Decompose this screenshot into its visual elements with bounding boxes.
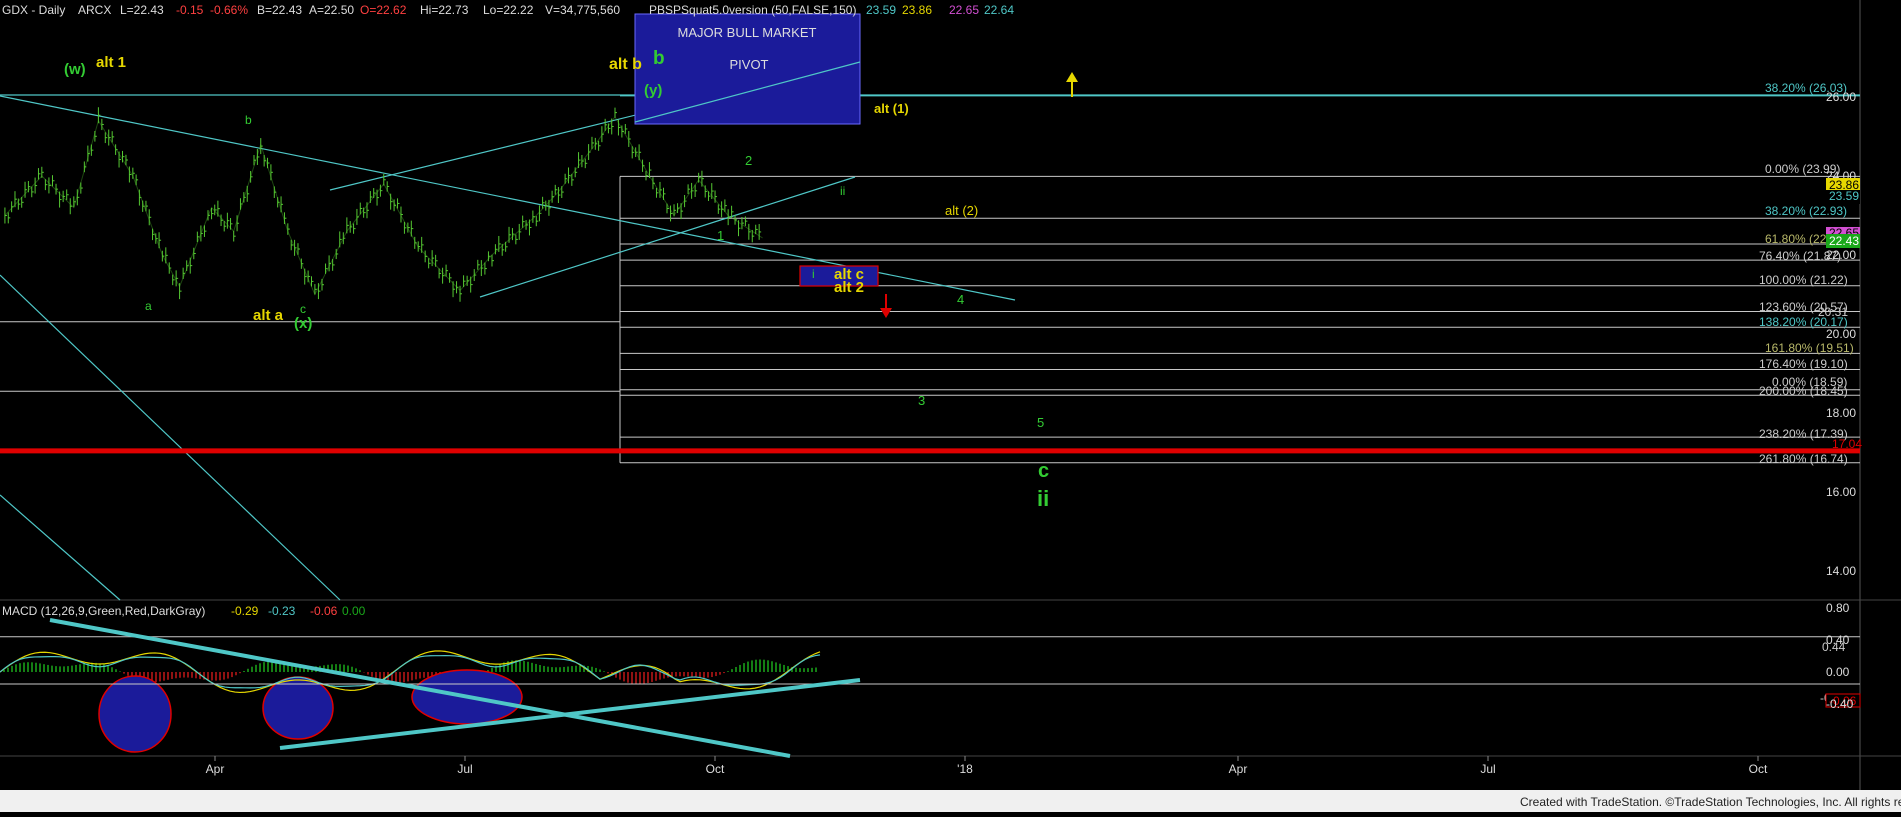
header-study-value-4: 22.64	[984, 3, 1014, 17]
wave-label-2: 2	[745, 153, 752, 168]
wave-label-x: (x)	[294, 315, 312, 332]
wave-label-c-big: c	[1038, 460, 1049, 482]
header-study: PBSPSquat5.0version (50,FALSE,150)	[649, 3, 856, 17]
wave-label-i-small: i	[812, 267, 815, 281]
header-change: -0.15	[176, 3, 204, 17]
footer-credit: Created with TradeStation. ©TradeStation…	[1520, 795, 1901, 809]
macd-value-3: -0.06	[310, 604, 338, 618]
wave-label-b-small: b	[245, 113, 252, 127]
price-axis-tick: 26.00	[1826, 90, 1856, 104]
time-axis-label: Jul	[1480, 762, 1495, 776]
header-low: Lo=22.22	[483, 3, 534, 17]
chart-window: MAJOR BULL MARKET PIVOT (w) alt 1 a b c …	[0, 0, 1901, 812]
wave-label-alt-1-paren: alt (1)	[874, 101, 909, 116]
wave-label-5: 5	[1037, 415, 1044, 430]
wave-label-b-big: b	[653, 48, 665, 69]
time-axis-label: Oct	[706, 762, 725, 776]
wave-label-1: 1	[717, 228, 724, 243]
header-study-value-2: 23.86	[902, 3, 932, 17]
header-volume: V=34,775,560	[545, 3, 620, 17]
fib-label: 20.31	[1818, 305, 1848, 319]
header-last: L=22.43	[120, 3, 164, 17]
header-high: Hi=22.73	[420, 3, 469, 17]
time-axis-label: Jul	[457, 762, 472, 776]
wave-label-ii-big: ii	[1037, 486, 1049, 511]
time-axis-label: '18	[957, 762, 973, 776]
time-axis-label: Apr	[206, 762, 225, 776]
macd-title: MACD (12,26,9,Green,Red,DarkGray)	[2, 604, 205, 618]
wave-label-4: 4	[957, 292, 964, 307]
pivot-box-line1: MAJOR BULL MARKET	[678, 25, 817, 40]
price-axis-tick: 20.00	[1826, 327, 1856, 341]
fib-label: 176.40% (19.10)	[1759, 357, 1848, 371]
wave-label-ii-small: ii	[840, 184, 845, 198]
header-exchange: ARCX	[78, 3, 111, 17]
major-bull-market-pivot-box: MAJOR BULL MARKET PIVOT	[634, 13, 861, 125]
fib-label: 17.04	[1832, 437, 1862, 451]
header-ask: A=22.50	[309, 3, 354, 17]
fib-label: 100.00% (21.22)	[1759, 273, 1848, 287]
price-axis-tick: 16.00	[1826, 485, 1856, 499]
fib-label: 161.80% (19.51)	[1765, 341, 1854, 355]
header-open: O=22.62	[360, 3, 407, 17]
price-axis-tick: 14.00	[1826, 564, 1856, 578]
price-axis-tick: 18.00	[1826, 406, 1856, 420]
wave-label-alt-2: alt 2	[834, 279, 864, 296]
wave-label-alt1: alt 1	[96, 54, 126, 71]
fib-label: 38.20% (22.93)	[1765, 204, 1847, 218]
header-change-pct: -0.66%	[210, 3, 248, 17]
time-axis-label: Apr	[1229, 762, 1248, 776]
wave-label-c-small: c	[300, 302, 306, 316]
wave-label-alt-a: alt a	[253, 307, 284, 324]
macd-axis-tick: 0.40	[1826, 633, 1850, 647]
header-study-value-1: 23.59	[866, 3, 896, 17]
macd-axis-tick: 0.80	[1826, 601, 1850, 615]
header-bid: B=22.43	[257, 3, 302, 17]
gdx-daily-chart[interactable]: MAJOR BULL MARKET PIVOT (w) alt 1 a b c …	[0, 0, 1901, 812]
macd-axis-tick: 0.00	[1826, 665, 1850, 679]
price-tag: 22.43	[1829, 234, 1859, 248]
fib-label: 200.00% (18.45)	[1759, 384, 1848, 398]
wave-label-w: (w)	[64, 61, 86, 78]
macd-value-1: -0.29	[231, 604, 259, 618]
wave-label-3: 3	[918, 393, 925, 408]
wave-label-alt-2-paren: alt (2)	[945, 203, 978, 218]
wave-label-y: (y)	[644, 82, 662, 99]
fib-label: 261.80% (16.74)	[1759, 452, 1848, 466]
pivot-box-line2: PIVOT	[729, 57, 768, 72]
time-axis-label: Oct	[1749, 762, 1768, 776]
price-axis-tick: 22.00	[1826, 248, 1856, 262]
wave-label-alt-b: alt b	[609, 56, 642, 73]
macd-value-2: -0.23	[268, 604, 296, 618]
macd-axis-tick: -0.40	[1826, 697, 1854, 711]
price-tag: 23.59	[1829, 189, 1859, 203]
header-study-value-3: 22.65	[949, 3, 979, 17]
macd-value-4: 0.00	[342, 604, 366, 618]
wave-label-a: a	[145, 299, 152, 313]
header-symbol: GDX - Daily	[2, 3, 65, 17]
